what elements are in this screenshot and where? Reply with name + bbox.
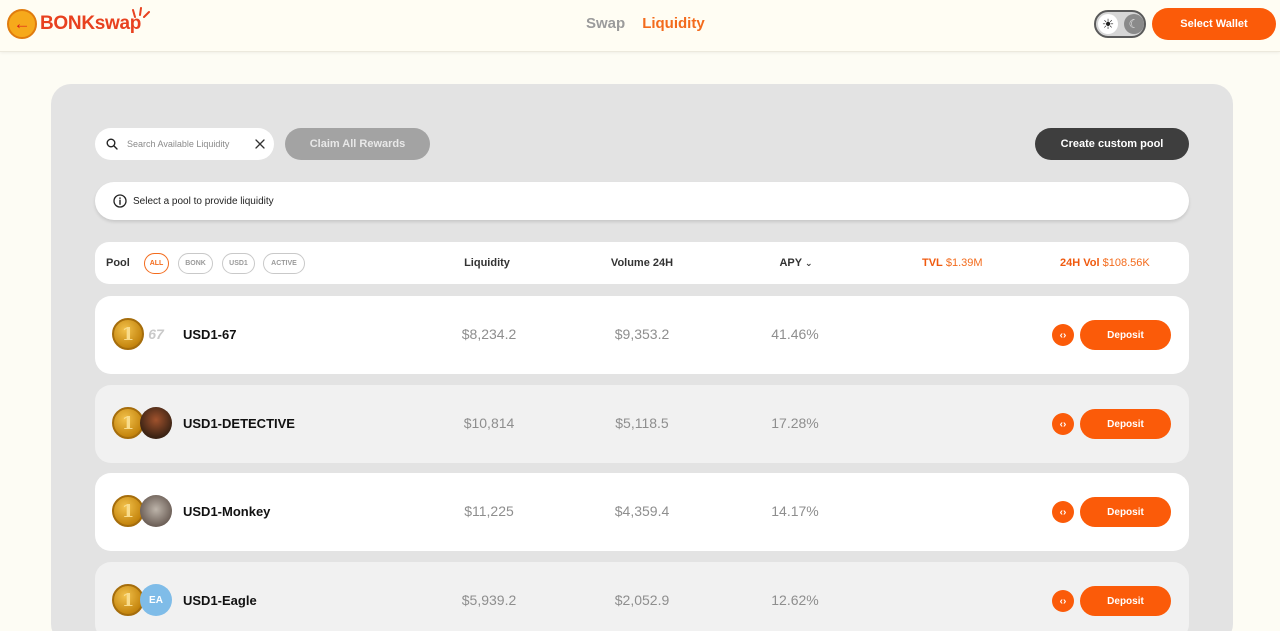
bonk-dog-logo-icon: ← — [7, 9, 37, 39]
apy-column-header[interactable]: APY ⌄ — [779, 257, 812, 269]
filter-chip-all[interactable]: ALL — [144, 253, 169, 274]
pool-name: USD1-Eagle — [183, 593, 257, 608]
pool-volume: $9,353.2 — [614, 326, 670, 342]
search-input[interactable] — [127, 139, 239, 149]
token-67-icon: 67 — [148, 326, 164, 342]
main-nav: Swap Liquidity — [586, 15, 705, 32]
code-brackets-icon[interactable]: ‹› — [1052, 501, 1074, 523]
apy-label: APY — [779, 257, 802, 269]
pool-row-usd1-eagle[interactable]: 1 EA USD1-Eagle $5,939.2 $2,052.9 12.62%… — [95, 562, 1189, 631]
code-brackets-icon[interactable]: ‹› — [1052, 324, 1074, 346]
pool-apy: 12.62% — [771, 592, 819, 608]
deposit-button[interactable]: Deposit — [1080, 409, 1171, 439]
info-banner: Select a pool to provide liquidity — [95, 182, 1189, 220]
pool-volume: $5,118.5 — [615, 415, 669, 431]
pool-column-header: Pool — [106, 257, 130, 269]
chevron-down-icon: ⌄ — [804, 258, 813, 268]
deposit-button[interactable]: Deposit — [1080, 320, 1171, 350]
tvl-value: $1.39M — [945, 257, 983, 269]
info-message: Select a pool to provide liquidity — [133, 195, 274, 207]
pool-volume: $4,359.4 — [614, 503, 670, 519]
moon-icon: ☾ — [1124, 14, 1144, 34]
detective-token-icon — [140, 407, 172, 439]
info-icon — [113, 194, 127, 208]
sun-icon: ☀ — [1098, 14, 1118, 34]
select-wallet-button[interactable]: Select Wallet — [1152, 8, 1276, 40]
close-icon[interactable] — [255, 139, 265, 149]
pool-apy: 17.28% — [771, 415, 819, 431]
search-box[interactable] — [95, 128, 274, 160]
top-navigation-bar: ← BONKswap Swap Liquidity ☀ ☾ Select Wal… — [0, 0, 1280, 52]
pool-table-header: Pool ALL BONK USD1 ACTIVE Liquidity Volu… — [95, 242, 1189, 284]
filter-chip-bonk[interactable]: BONK — [178, 253, 213, 274]
deposit-button[interactable]: Deposit — [1080, 586, 1171, 616]
pool-name: USD1-Monkey — [183, 504, 271, 519]
pool-row-usd1-detective[interactable]: 1 USD1-DETECTIVE $10,814 $5,118.5 17.28%… — [95, 385, 1189, 463]
tvl-label: TVL — [922, 257, 943, 269]
claim-all-rewards-button[interactable]: Claim All Rewards — [285, 128, 430, 160]
pool-liquidity: $10,814 — [463, 415, 515, 431]
volume-column-header[interactable]: Volume 24H — [611, 257, 673, 269]
eagle-token-icon: EA — [140, 584, 172, 616]
pool-apy: 14.17% — [771, 503, 819, 519]
vol-24h-label: 24H Vol — [1060, 257, 1100, 269]
tvl-stat: TVL $1.39M — [922, 257, 983, 269]
pool-row-usd1-67[interactable]: 1 67 USD1-67 $8,234.2 $9,353.2 41.46% ‹›… — [95, 296, 1189, 374]
vol-24h-stat: 24H Vol $108.56K — [1060, 257, 1150, 269]
theme-toggle[interactable]: ☀ ☾ — [1094, 10, 1146, 38]
create-custom-pool-button[interactable]: Create custom pool — [1035, 128, 1189, 160]
code-brackets-icon[interactable]: ‹› — [1052, 590, 1074, 612]
nav-swap-link[interactable]: Swap — [586, 15, 625, 32]
vol-24h-value: $108.56K — [1102, 257, 1150, 269]
filter-chip-active[interactable]: ACTIVE — [263, 253, 305, 274]
filter-chip-usd1[interactable]: USD1 — [222, 253, 255, 274]
code-brackets-icon[interactable]: ‹› — [1052, 413, 1074, 435]
pool-liquidity: $5,939.2 — [461, 592, 517, 608]
monkey-token-icon — [140, 495, 172, 527]
pool-name: USD1-DETECTIVE — [183, 416, 295, 431]
pool-row-usd1-monkey[interactable]: 1 USD1-Monkey $11,225 $4,359.4 14.17% ‹›… — [95, 473, 1189, 551]
liquidity-column-header[interactable]: Liquidity — [464, 257, 510, 269]
pool-apy: 41.46% — [771, 326, 819, 342]
search-icon — [106, 138, 118, 150]
pool-volume: $2,052.9 — [614, 592, 670, 608]
pool-liquidity: $8,234.2 — [461, 326, 517, 342]
deposit-button[interactable]: Deposit — [1080, 497, 1171, 527]
logo-spark-icon — [132, 7, 150, 18]
logo-text: BONKswap — [40, 13, 142, 34]
bonkswap-logo[interactable]: ← BONKswap — [7, 7, 150, 40]
nav-liquidity-link[interactable]: Liquidity — [642, 15, 705, 32]
pool-liquidity: $11,225 — [464, 503, 514, 519]
pool-name: USD1-67 — [183, 327, 237, 342]
